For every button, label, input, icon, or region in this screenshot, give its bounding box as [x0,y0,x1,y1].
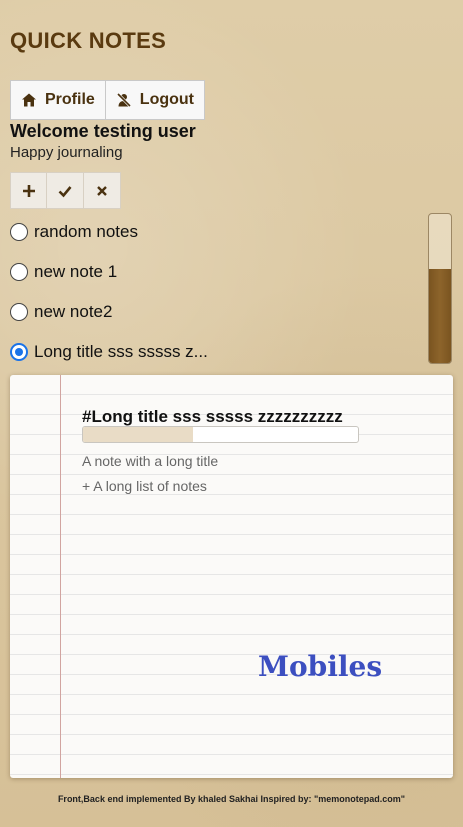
margin-line [60,375,61,778]
mobiles-watermark: Mobiles [258,650,383,683]
note-editor[interactable]: #Long title sss sssss zzzzzzzzzz A note … [10,375,453,778]
user-slash-icon [116,92,132,108]
subtitle-text: Happy journaling [10,144,123,161]
note-label: Long title sss sssss z... [34,342,208,361]
check-icon [58,184,72,198]
footer-credits: Front,Back end implemented By khaled Sak… [57,794,406,804]
note-progress-bar [82,426,359,443]
logout-label: Logout [139,91,194,108]
note-body-line[interactable]: + A long list of notes [82,478,207,494]
note-radio[interactable] [10,223,28,241]
plus-icon [22,184,36,198]
note-label: random notes [34,222,138,241]
app-title: QUICK NOTES [10,28,167,53]
note-radio-selected[interactable] [10,343,28,361]
confirm-button[interactable] [47,172,84,209]
note-radio[interactable] [10,263,28,281]
top-buttons: Profile Logout [10,80,205,120]
progress-fill [83,427,193,442]
profile-button[interactable]: Profile [10,80,106,120]
close-icon [95,184,109,198]
delete-button[interactable] [84,172,121,209]
note-item[interactable]: new note 1 [10,252,410,292]
notes-scrollbar[interactable] [428,213,452,364]
add-note-button[interactable] [10,172,47,209]
note-item[interactable]: Long title sss sssss z... [10,332,410,372]
note-radio[interactable] [10,303,28,321]
note-item[interactable]: random notes [10,212,410,252]
note-title[interactable]: #Long title sss sssss zzzzzzzzzz [82,407,343,427]
welcome-text: Welcome testing user [10,121,196,141]
profile-label: Profile [45,91,95,108]
note-toolbar [10,172,121,209]
note-body-line[interactable]: A note with a long title [82,453,218,469]
scrollbar-thumb[interactable] [429,269,451,363]
home-icon [21,92,37,108]
note-item[interactable]: new note2 [10,292,410,332]
note-list: random notes new note 1 new note2 Long t… [10,212,410,372]
note-label: new note2 [34,302,113,321]
logout-button[interactable]: Logout [105,80,205,120]
note-label: new note 1 [34,262,118,281]
